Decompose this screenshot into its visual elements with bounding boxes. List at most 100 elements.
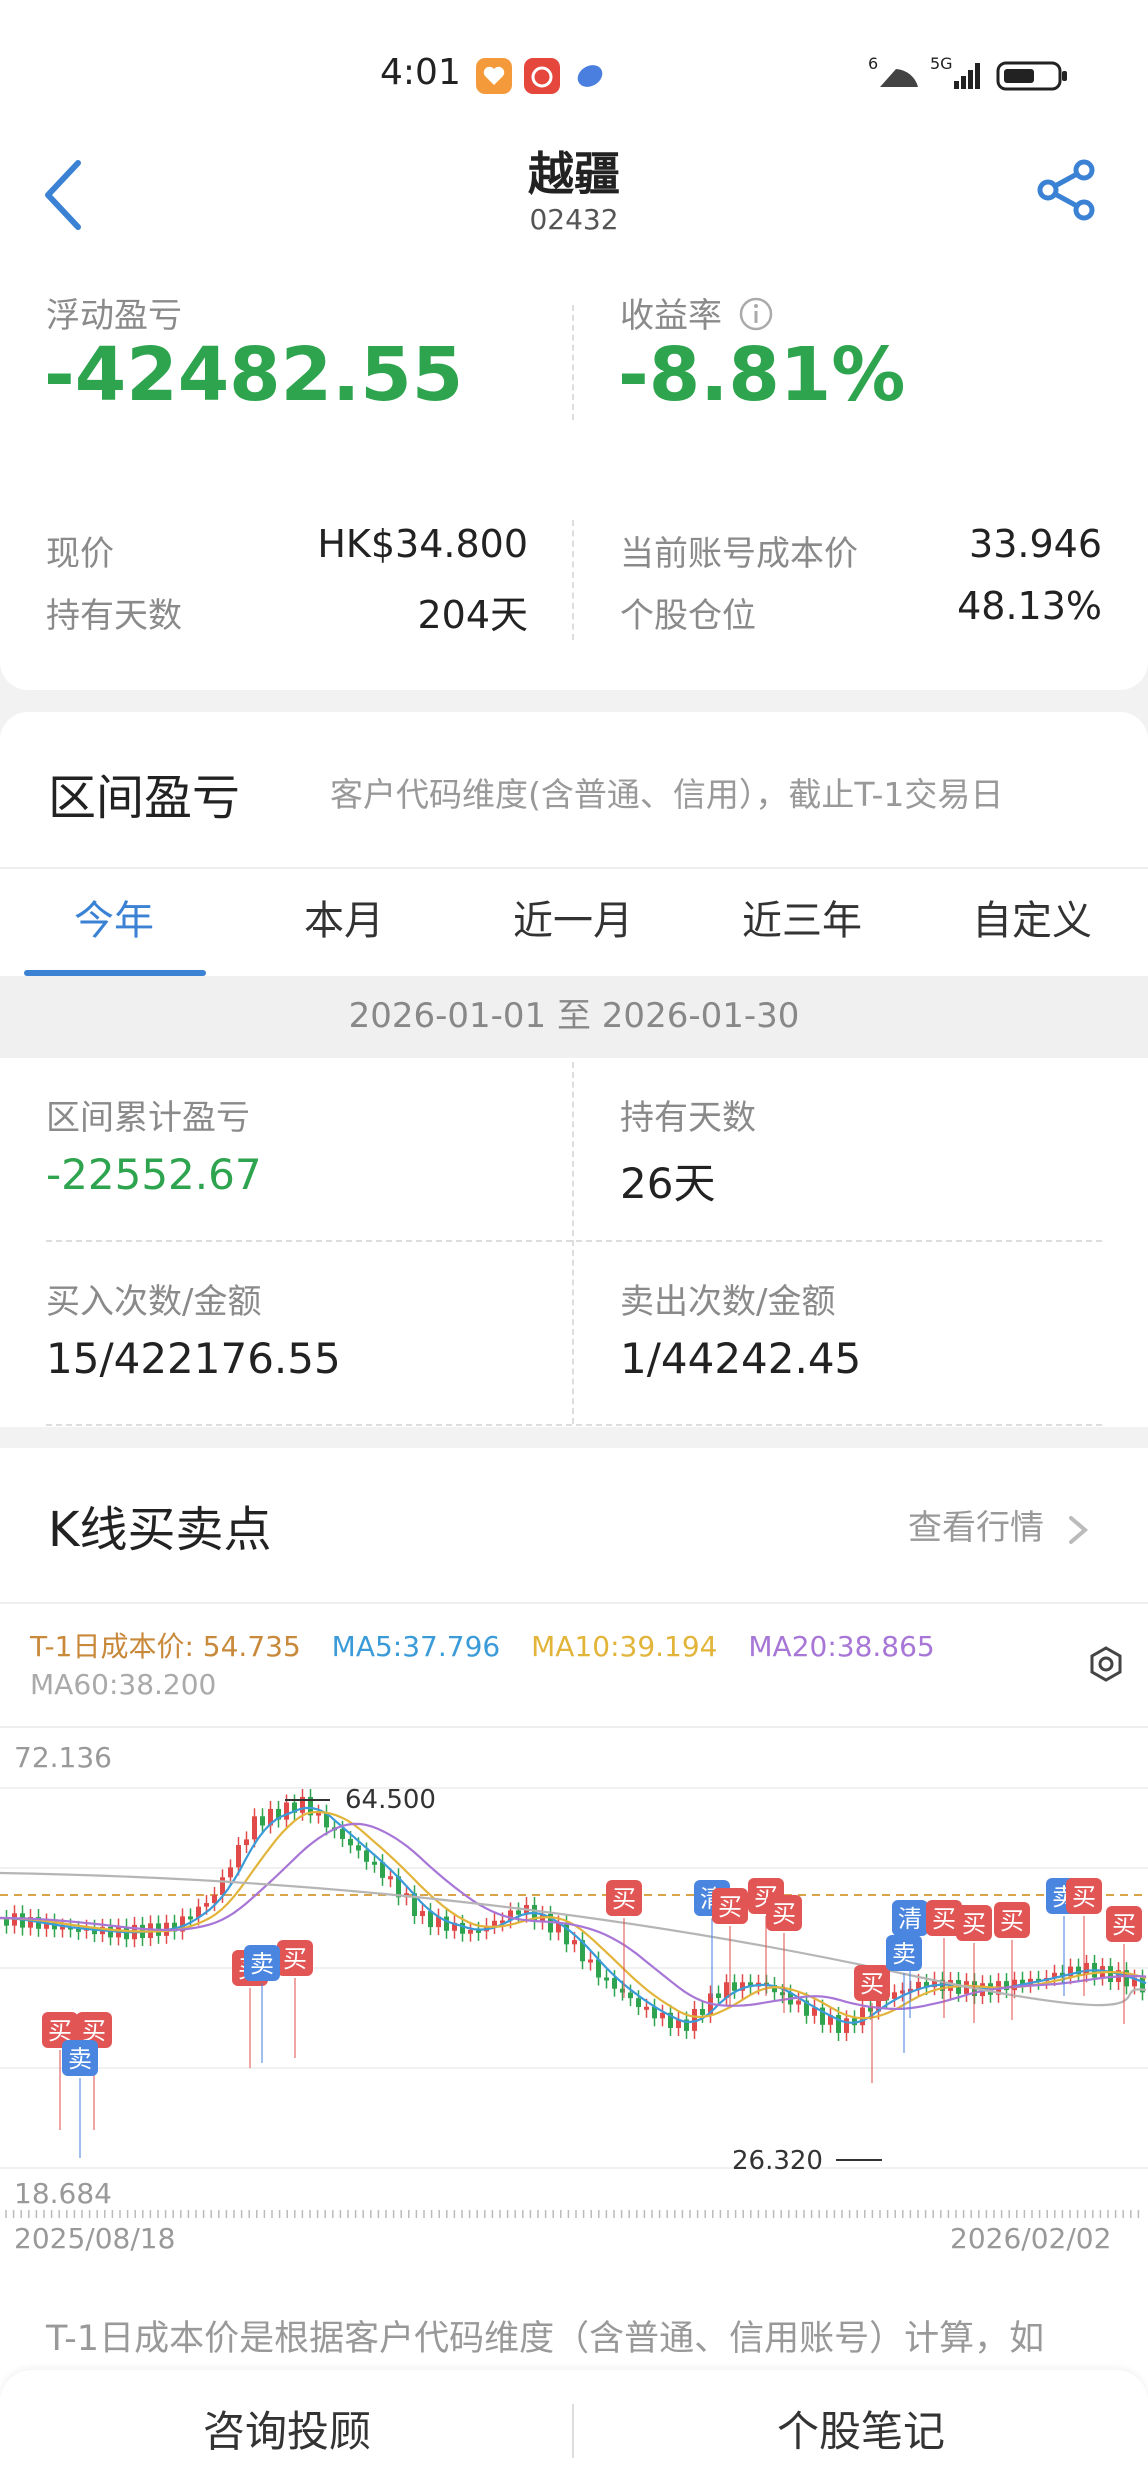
high-label: 64.500 (345, 1785, 436, 1815)
candle-body (572, 1940, 577, 1945)
range-title: 区间盈亏 (48, 770, 241, 826)
sell-label: 卖出次数/金额 (620, 1282, 836, 1322)
days-label: 持有天数 (46, 596, 182, 636)
marker-label: 卖 (68, 2045, 92, 2073)
ma20-legend: MA20:38.865 (748, 1630, 935, 1663)
compass-app-icon (572, 58, 608, 94)
tab-custom[interactable]: 自定义 (922, 888, 1142, 946)
tab-last-three-years[interactable]: 近三年 (692, 888, 912, 946)
candle-body (204, 1903, 209, 1907)
candle-body (860, 2007, 865, 2026)
sell-value: 1/44242.45 (620, 1334, 862, 1383)
share-button[interactable] (1036, 158, 1100, 222)
candle-body (236, 1845, 241, 1868)
position-label: 个股仓位 (620, 596, 756, 636)
marker-label: 买 (1072, 1883, 1096, 1911)
candle-body (252, 1816, 257, 1840)
candle-body (628, 1992, 633, 1999)
x-start-label: 2025/08/18 (14, 2222, 175, 2255)
marker-label: 买 (1000, 1907, 1024, 1935)
view-quote-link[interactable]: 查看行情 (908, 1500, 1093, 1550)
cost-footnote: T-1日成本价是根据客户代码维度（含普通、信用账号）计算，如 (46, 2319, 1045, 2359)
candle-body (796, 2000, 801, 2005)
candle-body (732, 1982, 737, 1991)
chart-grid (0, 1787, 1148, 2169)
cost-label: 当前账号成本价 (620, 534, 858, 574)
kline-chart[interactable]: 买买卖买买卖买清买买买买清卖买买买卖买买 72.136 18.684 64.50… (0, 1728, 1148, 2258)
camera-app-icon (524, 58, 560, 94)
marker-label: 卖 (892, 1940, 916, 1968)
yield-value: -8.81% (618, 332, 906, 418)
view-quote-label: 查看行情 (908, 1508, 1044, 1548)
kline-divider (0, 1602, 1148, 1604)
kline-title: K线买卖点 (48, 1502, 272, 1558)
wifi-label: 6 (868, 55, 878, 73)
ma5-legend: MA5:37.796 (331, 1630, 501, 1663)
marker-label: 买 (860, 1970, 884, 1998)
candle-body (1108, 1966, 1113, 1982)
candle-body (228, 1867, 233, 1878)
candle-body (716, 1993, 721, 1998)
tab-last-month[interactable]: 近一月 (463, 888, 683, 946)
candle-body (604, 1977, 609, 1981)
candle-body (612, 1978, 617, 1989)
candle-body (284, 1802, 289, 1820)
ma60-legend: MA60:38.200 (30, 1668, 217, 1701)
candle-body (516, 1910, 521, 1915)
cell-divider (46, 1240, 1102, 1242)
candle-body (372, 1861, 377, 1865)
candle-body (636, 1998, 641, 2008)
marker-label: 买 (772, 1900, 796, 1928)
tab-top-divider (0, 867, 1148, 869)
candle-body (188, 1916, 193, 1920)
candle-body (492, 1920, 497, 1926)
candle-body (700, 2009, 705, 2015)
price-value: HK$34.800 (317, 522, 528, 566)
settings-icon[interactable] (1086, 1644, 1126, 1688)
candle-body (468, 1929, 473, 1934)
low-label: 26.320 (732, 2146, 823, 2176)
candle-body (588, 1959, 593, 1963)
marker-label: 清 (898, 1905, 922, 1933)
hold-days-value: 26天 (620, 1159, 716, 1208)
x-end-label: 2026/02/02 (950, 2222, 1111, 2255)
candle-body (356, 1845, 361, 1851)
marker-label: 买 (932, 1905, 956, 1933)
hold-days-label: 持有天数 (620, 1098, 756, 1138)
heart-app-icon (476, 58, 512, 94)
battery-icon (996, 55, 1070, 101)
price-label: 现价 (46, 534, 114, 574)
position-value: 48.13% (957, 584, 1102, 628)
summary-divider-2 (572, 520, 574, 640)
candle-body (460, 1922, 465, 1934)
buy-value: 15/422176.55 (46, 1334, 341, 1383)
cell-signal-icon: 5G (930, 54, 986, 101)
info-icon[interactable] (738, 296, 774, 336)
tab-this-year[interactable]: 今年 (4, 888, 224, 946)
cost-value: 33.946 (969, 522, 1102, 566)
date-range: 2026-01-01 至 2026-01-30 (348, 996, 800, 1036)
cell-vertical-divider (572, 1062, 574, 1424)
range-note: 客户代码维度(含普通、信用），截止T-1交易日 (330, 775, 1004, 814)
y-min-label: 18.684 (14, 2177, 112, 2210)
y-max-label: 72.136 (14, 1741, 112, 1774)
x-axis-ticks (5, 2210, 1140, 2218)
candle-body (260, 1816, 265, 1826)
marker-label: 买 (612, 1885, 636, 1913)
tab-this-month[interactable]: 本月 (234, 888, 454, 946)
days-value: 204天 (417, 593, 528, 637)
candle-body (420, 1911, 425, 1916)
candle-body (348, 1838, 353, 1846)
status-time: 4:01 (380, 52, 461, 93)
consult-advisor-button[interactable]: 咨询投顾 (0, 2398, 574, 2459)
marker-label: 卖 (250, 1950, 274, 1978)
marker-label: 买 (718, 1893, 742, 1921)
candle-body (340, 1828, 345, 1839)
stock-notes-button[interactable]: 个股笔记 (574, 2398, 1148, 2459)
page-title: 越疆 (528, 147, 620, 201)
cum-pl-value: -22552.67 (46, 1150, 262, 1199)
marker-label: 买 (1112, 1911, 1136, 1939)
wifi-icon: 6 (868, 54, 924, 101)
float-pl-label: 浮动盈亏 (46, 296, 182, 336)
share-icon (1037, 159, 1095, 221)
